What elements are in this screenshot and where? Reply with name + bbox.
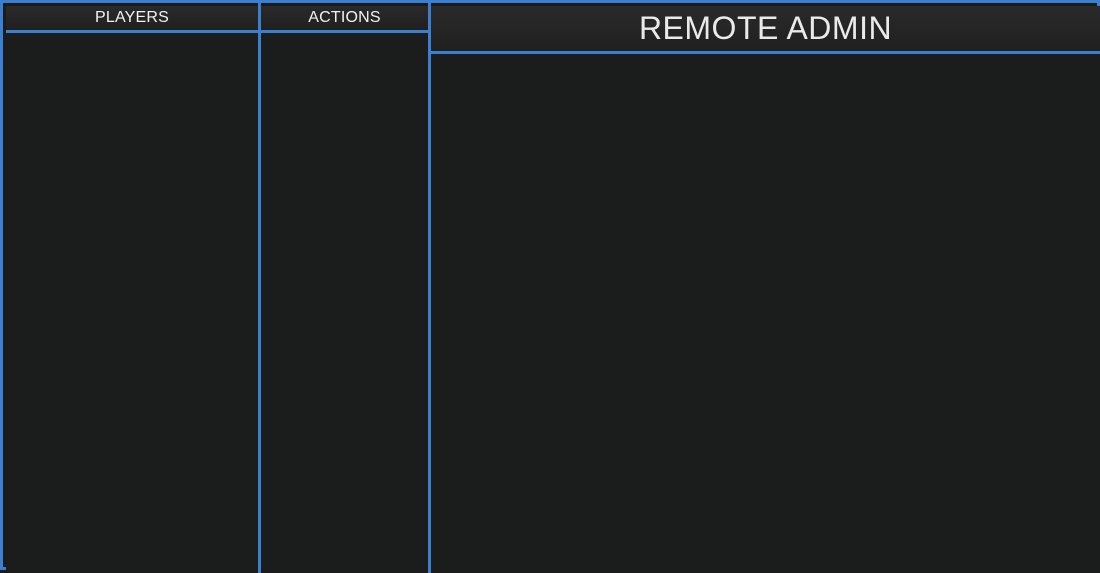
page-title: REMOTE ADMIN: [638, 10, 893, 46]
remote-admin-window: PLAYERS ACTIONS REMOTE ADMIN: [0, 0, 1100, 573]
players-panel-header: PLAYERS: [6, 6, 258, 33]
players-list[interactable]: [6, 33, 258, 570]
players-panel-title: PLAYERS: [94, 9, 170, 26]
actions-list[interactable]: [261, 33, 428, 570]
actions-panel-header: ACTIONS: [261, 6, 428, 33]
main-panel-header: REMOTE ADMIN: [431, 6, 1100, 54]
main-content-area: [431, 54, 1100, 570]
actions-panel: ACTIONS: [261, 6, 428, 570]
players-panel: PLAYERS: [6, 6, 258, 570]
main-panel: REMOTE ADMIN: [431, 6, 1100, 570]
actions-panel-title: ACTIONS: [308, 9, 381, 26]
